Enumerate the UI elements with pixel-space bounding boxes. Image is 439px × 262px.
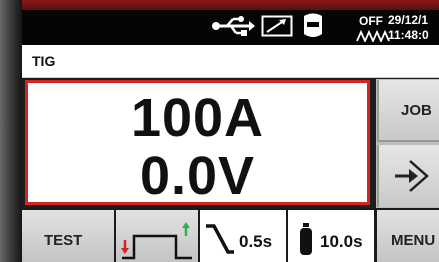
voltage-readout: 0.0V bbox=[139, 146, 256, 206]
job-button-label: JOB bbox=[401, 102, 432, 119]
gas-cylinder-icon bbox=[298, 222, 314, 261]
enter-button[interactable] bbox=[377, 145, 439, 207]
welding-helmet-icon bbox=[301, 12, 325, 45]
postgas-button[interactable]: 10.0s bbox=[288, 210, 374, 262]
welder-display-screen: OFF 29/12/1 11:48:0 TIG 100A 0.0V JOB TE… bbox=[0, 0, 439, 262]
test-button[interactable]: TEST bbox=[22, 210, 114, 262]
job-button[interactable]: JOB bbox=[377, 80, 439, 142]
signal-arrow-icon bbox=[261, 14, 293, 43]
status-bar: OFF 29/12/1 11:48:0 bbox=[22, 10, 439, 45]
welding-cycle-button[interactable] bbox=[116, 210, 198, 262]
mode-bar: TIG bbox=[22, 45, 439, 78]
output-off-label: OFF bbox=[359, 14, 383, 28]
test-button-label: TEST bbox=[44, 232, 83, 249]
process-mode-label: TIG bbox=[32, 53, 56, 69]
menu-button[interactable]: MENU bbox=[377, 210, 439, 262]
left-bezel bbox=[0, 0, 22, 262]
status-icons bbox=[211, 12, 325, 45]
downslope-icon bbox=[204, 222, 236, 261]
postgas-time-value: 10.0s bbox=[320, 232, 363, 251]
downslope-time-value: 0.5s bbox=[239, 232, 273, 251]
current-readout: 100A bbox=[130, 88, 265, 148]
time-readout: 11:48:0 bbox=[388, 28, 429, 42]
main-readout-panel: 100A 0.0V bbox=[25, 80, 370, 206]
welding-cycle-icon bbox=[120, 218, 194, 262]
downslope-button[interactable]: 0.5s bbox=[200, 210, 286, 262]
menu-button-label: MENU bbox=[391, 232, 436, 249]
top-bezel bbox=[0, 0, 439, 10]
usb-icon bbox=[211, 14, 255, 43]
date-readout: 29/12/1 bbox=[388, 13, 429, 27]
enter-arrow-icon bbox=[393, 159, 429, 198]
